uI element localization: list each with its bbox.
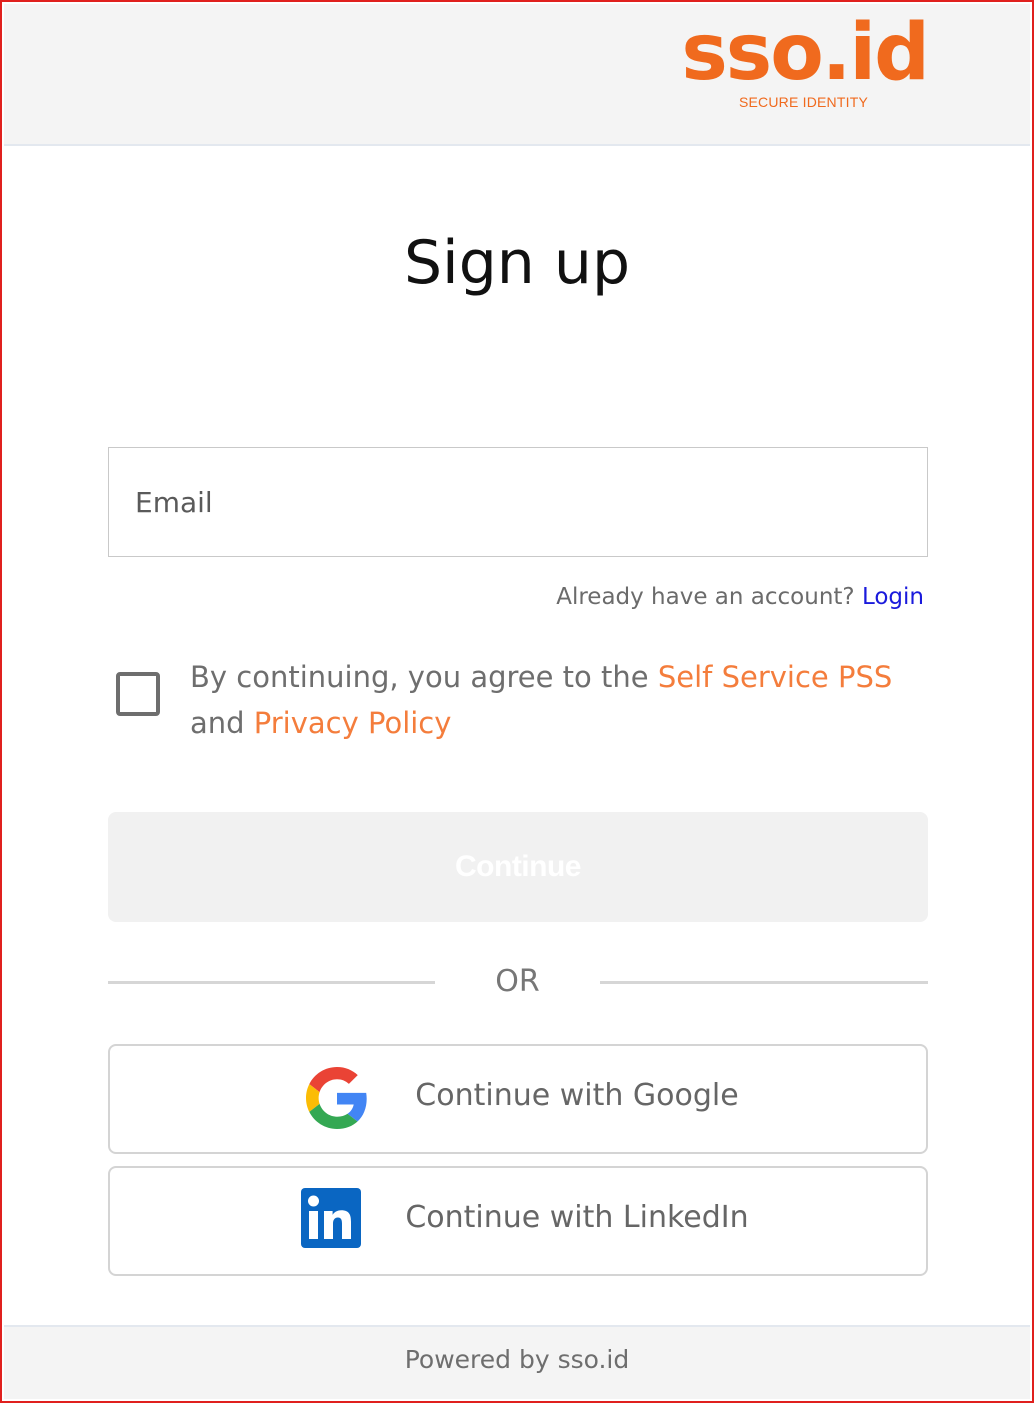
agree-middle: and <box>190 706 245 740</box>
login-link[interactable]: Login <box>862 584 924 610</box>
privacy-policy-link[interactable]: Privacy Policy <box>254 706 452 740</box>
divider-line-left <box>108 981 435 984</box>
signup-window: sso.id SECURE IDENTITY Sign up Already h… <box>0 0 1034 1403</box>
continue-button[interactable]: Continue <box>108 812 928 922</box>
page-title: Sign up <box>403 228 631 298</box>
or-divider-label: OR <box>495 964 540 999</box>
footer: Powered by sso.id <box>4 1325 1030 1399</box>
terms-checkbox[interactable] <box>116 672 160 716</box>
continue-with-linkedin-button[interactable]: Continue with LinkedIn <box>108 1166 928 1276</box>
logo-tagline: SECURE IDENTITY <box>738 94 868 110</box>
google-button-label: Continue with Google <box>415 1078 739 1113</box>
sso-id-logo: sso.id SECURE IDENTITY <box>678 14 930 116</box>
continue-with-google-button[interactable]: Continue with Google <box>108 1044 928 1154</box>
powered-by-text: Powered by sso.id <box>404 1345 630 1374</box>
terms-agreement-text: By continuing, you agree to the Self Ser… <box>190 654 930 746</box>
login-prompt-text: Already have an account? <box>556 584 855 610</box>
divider-line-right <box>600 981 928 984</box>
email-field[interactable] <box>108 447 928 557</box>
logo-wordmark: sso.id <box>681 8 930 98</box>
self-service-pss-link[interactable]: Self Service PSS <box>658 660 892 694</box>
login-prompt: Already have an account? Login <box>556 584 924 610</box>
agree-prefix: By continuing, you agree to the <box>190 660 649 694</box>
linkedin-button-label: Continue with LinkedIn <box>405 1200 749 1235</box>
header: sso.id SECURE IDENTITY <box>4 4 1030 146</box>
